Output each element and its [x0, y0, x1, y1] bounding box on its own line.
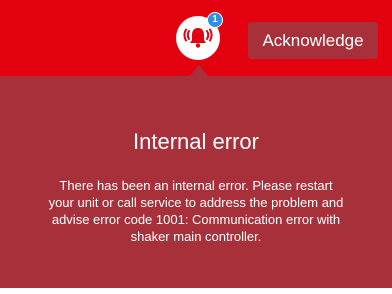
notification-badge: 1: [207, 12, 223, 28]
ringing-bell-icon: [183, 28, 213, 48]
panel-pointer: [190, 65, 208, 76]
error-title: Internal error: [133, 129, 259, 154]
error-message: There has been an internal error. Please…: [48, 178, 344, 244]
acknowledge-button[interactable]: Acknowledge: [248, 22, 378, 59]
error-panel: Internal error There has been an interna…: [0, 76, 392, 288]
alarm-screen: 1 Acknowledge Internal error There has b…: [0, 0, 392, 294]
